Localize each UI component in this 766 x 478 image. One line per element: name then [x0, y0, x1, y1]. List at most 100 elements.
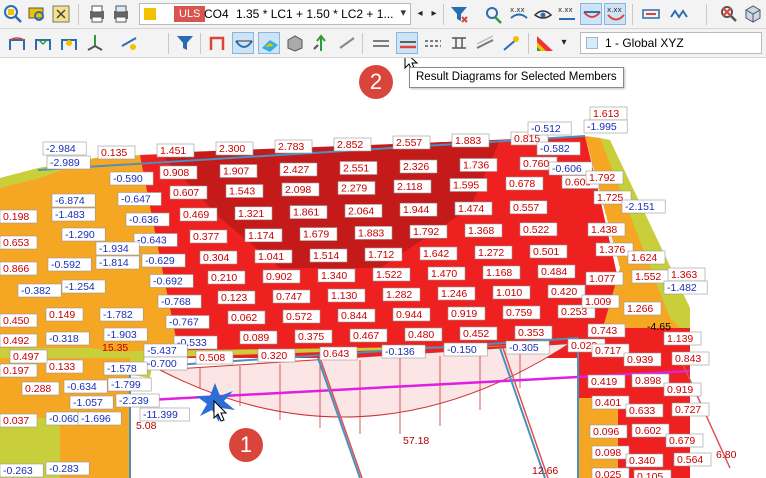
zoom-window-icon[interactable] — [26, 3, 48, 25]
combination-code: CO4 — [204, 7, 229, 21]
print-graphic-icon[interactable] — [110, 3, 132, 25]
svg-text:-0.590: -0.590 — [113, 173, 143, 185]
solid-results-icon[interactable] — [284, 32, 306, 54]
value-label: 0.522 — [519, 222, 558, 237]
svg-text:1.077: 1.077 — [589, 273, 615, 285]
svg-text:-6.874: -6.874 — [55, 195, 85, 207]
support-forces-icon[interactable] — [84, 32, 106, 54]
value-label: 0.452 — [459, 326, 498, 341]
svg-text:x.xx: x.xx — [510, 6, 525, 14]
svg-text:-0.634: -0.634 — [67, 381, 97, 393]
load-display-icon[interactable] — [118, 32, 140, 54]
value-label: 0.096 — [589, 424, 628, 439]
value-label: -2.239 — [115, 393, 160, 408]
line-results-icon[interactable] — [336, 32, 358, 54]
zoom-selection-icon[interactable] — [50, 3, 72, 25]
svg-text:1.451: 1.451 — [160, 145, 186, 157]
result-filter-icon[interactable] — [448, 3, 470, 25]
value-label: -0.263 — [0, 463, 44, 478]
svg-text:1.470: 1.470 — [431, 268, 457, 280]
svg-text:1.246: 1.246 — [441, 288, 467, 300]
chevron-down-icon[interactable]: ▾ — [558, 32, 570, 54]
results-table-icon[interactable] — [640, 3, 662, 25]
load-combination-select[interactable]: ULS CO4 1.35 * LC1 + 1.50 * LC2 + 1... ▾ — [139, 3, 411, 25]
svg-text:0.939: 0.939 — [627, 354, 653, 366]
value-label: -1.782 — [99, 307, 144, 322]
value-label: 0.420 — [547, 284, 586, 299]
value-label: 1.522 — [372, 267, 411, 282]
model-viewport[interactable]: 0.135 1.451 2.300 2.783 2.852 2.557 1.883 0.815… — [0, 58, 766, 478]
filter-icon[interactable] — [174, 32, 196, 54]
smooth-ranges-icon[interactable] — [474, 32, 496, 54]
surface-results-icon[interactable] — [258, 32, 280, 54]
value-label: 0.480 — [404, 327, 443, 342]
svg-text:0.105: 0.105 — [637, 471, 663, 478]
frame-results-icon[interactable] — [206, 32, 228, 54]
values-on-members-icon[interactable]: x.xx — [556, 3, 578, 25]
value-label: 0.401 — [591, 395, 630, 410]
next-combination-button[interactable]: ▸ — [428, 3, 440, 25]
svg-text:0.944: 0.944 — [396, 309, 422, 321]
result-values-icon[interactable]: x.xx — [508, 3, 530, 25]
value-label: -0.382 — [17, 283, 62, 298]
svg-text:-1.814: -1.814 — [99, 257, 129, 269]
value-label: 0.727 — [671, 402, 710, 417]
value-label: -0.150 — [443, 342, 488, 357]
print-icon[interactable] — [86, 3, 108, 25]
view-cube-icon[interactable] — [742, 3, 764, 25]
value-label: 0.133 — [45, 359, 84, 374]
member-diagrams-icon[interactable] — [232, 32, 254, 54]
highlight-icon[interactable] — [500, 32, 522, 54]
extreme-values-icon[interactable]: x.xx — [604, 3, 626, 25]
result-sections-icon[interactable] — [448, 32, 470, 54]
diagram-values-icon[interactable] — [580, 3, 602, 25]
value-label: -1.254 — [61, 279, 106, 294]
svg-text:0.096: 0.096 — [593, 426, 619, 438]
svg-text:1.792: 1.792 — [413, 226, 439, 238]
value-label: 0.607 — [169, 185, 208, 200]
svg-text:0.743: 0.743 — [591, 325, 617, 337]
display-results-icon[interactable] — [484, 3, 506, 25]
value-label: 1.451 — [156, 143, 195, 158]
deformation-icon[interactable] — [6, 32, 28, 54]
svg-text:0.602: 0.602 — [635, 425, 661, 437]
svg-text:-0.512: -0.512 — [531, 123, 561, 135]
svg-text:0.452: 0.452 — [463, 328, 489, 340]
clear-search-icon[interactable] — [718, 3, 740, 25]
value-label: -0.636 — [125, 212, 170, 227]
svg-text:-1.995: -1.995 — [587, 121, 617, 133]
show-values-icon[interactable] — [532, 3, 554, 25]
svg-text:1.861: 1.861 — [293, 207, 319, 219]
internal-forces-icon[interactable] — [32, 32, 54, 54]
value-label: 0.497 — [9, 349, 48, 364]
member-value: 5.08 — [136, 420, 157, 432]
section-view-icon[interactable] — [668, 3, 690, 25]
color-scale-icon[interactable] — [534, 32, 556, 54]
value-label: 2.427 — [279, 162, 318, 177]
reactions-icon[interactable] — [310, 32, 332, 54]
previous-combination-button[interactable]: ◂ — [414, 3, 426, 25]
coordinate-system-select[interactable]: 1 - Global XYZ — [580, 32, 762, 54]
value-label: -0.643 — [133, 233, 178, 247]
value-label: 0.288 — [21, 381, 60, 396]
stresses-icon[interactable] — [58, 32, 80, 54]
value-label: -0.582 — [536, 141, 581, 156]
svg-text:0.492: 0.492 — [3, 335, 29, 347]
svg-text:0.633: 0.633 — [629, 405, 655, 417]
svg-text:-0.629: -0.629 — [145, 255, 175, 267]
zoom-all-icon[interactable] — [2, 3, 24, 25]
member-results-icon[interactable] — [370, 32, 392, 54]
value-label: 1.009 — [581, 294, 620, 309]
svg-text:2.098: 2.098 — [285, 184, 311, 196]
svg-text:1.340: 1.340 — [321, 270, 347, 282]
svg-text:-2.239: -2.239 — [119, 395, 149, 407]
svg-text:0.419: 0.419 — [591, 376, 617, 388]
value-label: 1.736 — [459, 158, 498, 172]
svg-text:-0.582: -0.582 — [540, 143, 570, 155]
member-sets-icon[interactable] — [422, 32, 444, 54]
svg-text:1.438: 1.438 — [591, 224, 617, 236]
svg-text:-0.283: -0.283 — [49, 463, 79, 475]
svg-text:0.420: 0.420 — [551, 286, 577, 298]
result-diagrams-selected-members-icon[interactable] — [396, 32, 418, 54]
coordinate-system-label: 1 - Global XYZ — [605, 36, 684, 50]
